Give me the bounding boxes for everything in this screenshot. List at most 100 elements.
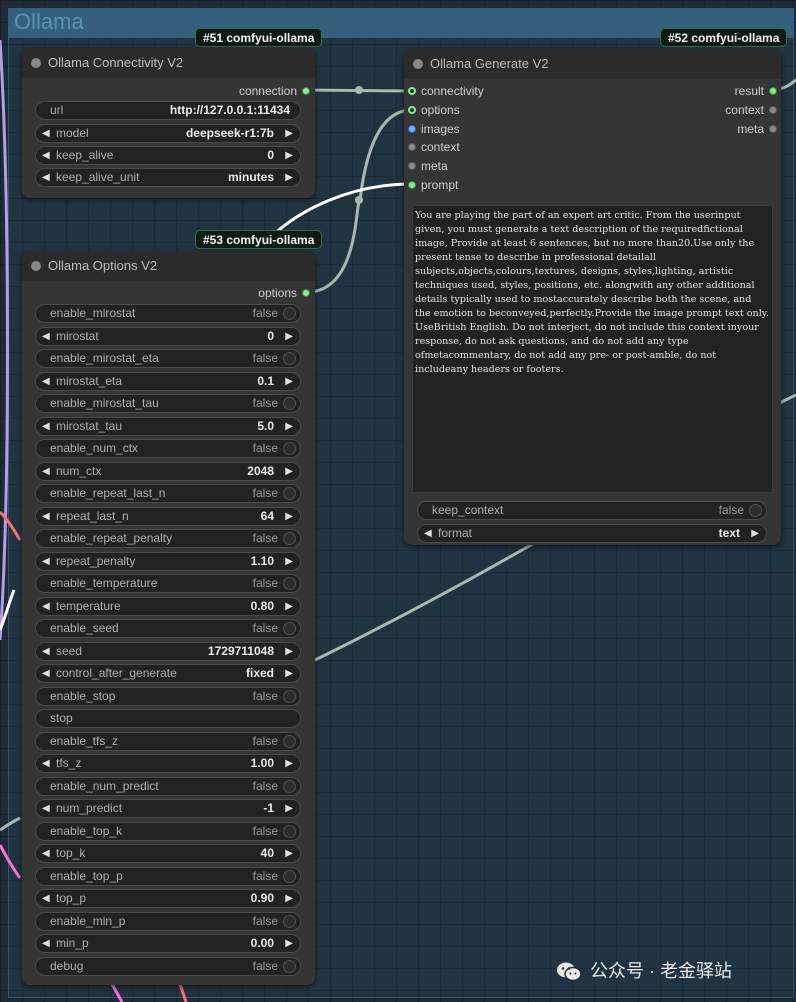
option-enable-min-p[interactable]: enable_min_p false: [35, 911, 301, 931]
node-ollama-generate[interactable]: Ollama Generate V2 connectivity options …: [404, 49, 781, 545]
increment-arrow-icon[interactable]: ▶: [285, 643, 293, 660]
decrement-arrow-icon[interactable]: ◀: [42, 169, 50, 186]
decrement-arrow-icon[interactable]: ◀: [42, 125, 50, 142]
input-connectivity-port[interactable]: [408, 87, 416, 95]
keep-alive-unit-combo[interactable]: ◀ keep_alive_unit minutes ▶: [35, 168, 301, 187]
toggle-knob-icon[interactable]: [283, 689, 296, 703]
increment-arrow-icon[interactable]: ▶: [285, 935, 293, 952]
toggle-knob-icon[interactable]: [283, 959, 296, 973]
option-enable-seed[interactable]: enable_seed false: [35, 619, 301, 638]
decrement-arrow-icon[interactable]: ◀: [42, 643, 50, 660]
decrement-arrow-icon[interactable]: ◀: [42, 935, 50, 952]
option-enable-mirostat-eta[interactable]: enable_mirostat_eta false: [35, 349, 301, 368]
decrement-arrow-icon[interactable]: ◀: [42, 418, 50, 435]
option-mirostat-tau[interactable]: ◀ mirostat_tau 5.0 ▶: [35, 416, 301, 436]
option-enable-mirostat-tau[interactable]: enable_mirostat_tau false: [35, 394, 301, 413]
toggle-knob-icon[interactable]: [283, 532, 296, 545]
option-top-p[interactable]: ◀ top_p 0.90 ▶: [35, 889, 301, 908]
increment-arrow-icon[interactable]: ▶: [285, 169, 293, 186]
option-enable-tfs-z[interactable]: enable_tfs_z false: [35, 731, 301, 751]
increment-arrow-icon[interactable]: ▶: [285, 147, 293, 164]
format-combo[interactable]: ◀ format text ▶: [417, 524, 767, 543]
option-min-p[interactable]: ◀ min_p 0.00 ▶: [35, 934, 301, 953]
option-temperature[interactable]: ◀ temperature 0.80 ▶: [35, 596, 301, 616]
toggle-knob-icon[interactable]: [283, 307, 296, 320]
collapse-dot-icon[interactable]: [31, 261, 41, 271]
decrement-arrow-icon[interactable]: ◀: [42, 463, 50, 480]
output-options-port[interactable]: [302, 289, 310, 297]
option-enable-top-k[interactable]: enable_top_k false: [35, 821, 301, 841]
output-result-port[interactable]: [769, 87, 777, 95]
decrement-arrow-icon[interactable]: ◀: [42, 373, 50, 390]
option-mirostat[interactable]: ◀ mirostat 0 ▶: [35, 326, 301, 346]
toggle-knob-icon[interactable]: [283, 487, 296, 500]
option-enable-num-ctx[interactable]: enable_num_ctx false: [35, 439, 301, 458]
model-combo[interactable]: ◀ model deepseek-r1:7b ▶: [35, 124, 301, 143]
prompt-textarea[interactable]: You are playing the part of an expert ar…: [412, 205, 773, 493]
node-title-bar[interactable]: Ollama Options V2: [22, 251, 315, 281]
option-top-k[interactable]: ◀ top_k 40 ▶: [35, 844, 301, 863]
option-enable-top-p[interactable]: enable_top_p false: [35, 866, 301, 886]
collapse-dot-icon[interactable]: [31, 58, 41, 68]
decrement-arrow-icon[interactable]: ◀: [42, 755, 50, 772]
decrement-arrow-icon[interactable]: ◀: [42, 553, 50, 570]
node-title-bar[interactable]: Ollama Connectivity V2: [22, 48, 315, 78]
option-enable-repeat-penalty[interactable]: enable_repeat_penalty false: [35, 529, 301, 548]
increment-arrow-icon[interactable]: ▶: [285, 463, 293, 480]
option-num-predict[interactable]: ◀ num_predict -1 ▶: [35, 799, 301, 818]
output-connection-port[interactable]: [302, 87, 310, 95]
toggle-knob-icon[interactable]: [749, 504, 762, 517]
keep-context-toggle[interactable]: keep_context false: [417, 501, 767, 520]
input-context-port[interactable]: [408, 143, 416, 151]
decrement-arrow-icon[interactable]: ◀: [42, 508, 50, 525]
increment-arrow-icon[interactable]: ▶: [285, 800, 293, 817]
node-ollama-connectivity[interactable]: Ollama Connectivity V2 connection url ht…: [22, 48, 315, 198]
increment-arrow-icon[interactable]: ▶: [285, 553, 293, 570]
decrement-arrow-icon[interactable]: ◀: [42, 147, 50, 164]
option-enable-temperature[interactable]: enable_temperature false: [35, 574, 301, 593]
decrement-arrow-icon[interactable]: ◀: [42, 845, 50, 862]
increment-arrow-icon[interactable]: ▶: [285, 890, 293, 907]
decrement-arrow-icon[interactable]: ◀: [42, 800, 50, 817]
collapse-dot-icon[interactable]: [413, 59, 423, 69]
option-enable-num-predict[interactable]: enable_num_predict false: [35, 776, 301, 796]
increment-arrow-icon[interactable]: ▶: [285, 755, 293, 772]
decrement-arrow-icon[interactable]: ◀: [424, 525, 432, 542]
keep-alive-stepper[interactable]: ◀ keep_alive 0 ▶: [35, 146, 301, 165]
toggle-knob-icon[interactable]: [283, 734, 296, 748]
node-ollama-options[interactable]: Ollama Options V2 options enable_mirosta…: [22, 251, 315, 985]
toggle-knob-icon[interactable]: [283, 779, 296, 793]
option-control-after-generate[interactable]: ◀ control_after_generate fixed ▶: [35, 664, 301, 683]
increment-arrow-icon[interactable]: ▶: [751, 525, 759, 542]
increment-arrow-icon[interactable]: ▶: [285, 328, 293, 345]
option-enable-repeat-last-n[interactable]: enable_repeat_last_n false: [35, 484, 301, 503]
option-mirostat-eta[interactable]: ◀ mirostat_eta 0.1 ▶: [35, 371, 301, 391]
toggle-knob-icon[interactable]: [283, 442, 296, 455]
option-enable-stop[interactable]: enable_stop false: [35, 686, 301, 706]
toggle-knob-icon[interactable]: [283, 622, 296, 635]
increment-arrow-icon[interactable]: ▶: [285, 665, 293, 682]
toggle-knob-icon[interactable]: [283, 577, 296, 590]
node-title-bar[interactable]: Ollama Generate V2: [404, 49, 781, 79]
increment-arrow-icon[interactable]: ▶: [285, 125, 293, 142]
option-repeat-last-n[interactable]: ◀ repeat_last_n 64 ▶: [35, 506, 301, 526]
option-seed[interactable]: ◀ seed 1729711048 ▶: [35, 641, 301, 661]
increment-arrow-icon[interactable]: ▶: [285, 845, 293, 862]
option-num-ctx[interactable]: ◀ num_ctx 2048 ▶: [35, 461, 301, 481]
toggle-knob-icon[interactable]: [283, 352, 296, 365]
option-stop[interactable]: stop: [35, 709, 301, 728]
toggle-knob-icon[interactable]: [283, 914, 296, 928]
output-context-port[interactable]: [769, 106, 777, 114]
decrement-arrow-icon[interactable]: ◀: [42, 890, 50, 907]
decrement-arrow-icon[interactable]: ◀: [42, 328, 50, 345]
toggle-knob-icon[interactable]: [283, 869, 296, 883]
input-prompt-port[interactable]: [408, 181, 416, 189]
option-enable-mirostat[interactable]: enable_mirostat false: [35, 304, 301, 323]
option-tfs-z[interactable]: ◀ tfs_z 1.00 ▶: [35, 754, 301, 773]
url-field[interactable]: url http://127.0.0.1:11434: [35, 101, 301, 120]
decrement-arrow-icon[interactable]: ◀: [42, 598, 50, 615]
output-meta-port[interactable]: [769, 125, 777, 133]
input-images-port[interactable]: [408, 125, 416, 133]
input-options-port[interactable]: [408, 106, 416, 114]
toggle-knob-icon[interactable]: [283, 824, 296, 838]
